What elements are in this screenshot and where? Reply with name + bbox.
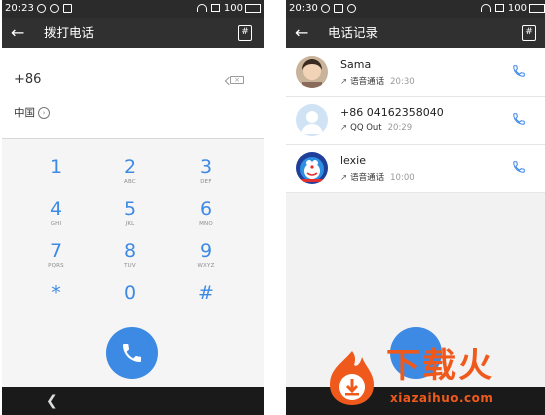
call-record-row[interactable]: lexie ↗ 语音通话 10:00	[286, 144, 545, 193]
page-title: 拨打电话	[44, 25, 95, 40]
key-hash[interactable]: #	[176, 283, 236, 304]
outgoing-arrow-icon: ↗	[340, 77, 348, 87]
status-time: 20:30	[289, 3, 318, 14]
app-bar: ← 电话记录 #	[286, 18, 545, 48]
battery-level: 100	[223, 3, 243, 14]
key-8[interactable]: 8 TUV	[100, 241, 160, 270]
number-display: +86 × 中国 ›	[2, 48, 264, 139]
phone-icon[interactable]	[512, 112, 526, 126]
backspace-icon[interactable]: ×	[230, 76, 244, 84]
key-7[interactable]: 7 PQRS	[26, 241, 86, 270]
default-avatar	[296, 104, 328, 136]
call-time: 10:00	[390, 173, 415, 183]
key-6[interactable]: 6 MNO	[176, 199, 236, 228]
watermark-brand: 下载火	[386, 346, 494, 386]
key-5[interactable]: 5 JKL	[100, 199, 160, 228]
qq-notification-icon	[37, 4, 46, 13]
image-notification-icon	[334, 4, 343, 13]
key-2[interactable]: 2 ABC	[100, 157, 160, 186]
dialpad-icon[interactable]: #	[238, 25, 252, 41]
chevron-right-icon: ›	[38, 107, 50, 119]
call-record-row[interactable]: Sama ↗ 语音通话 20:30	[286, 48, 545, 97]
key-4[interactable]: 4 GHI	[26, 199, 86, 228]
country-selector[interactable]: 中国 ›	[14, 105, 50, 120]
key-3[interactable]: 3 DEF	[176, 157, 236, 186]
wifi-icon	[196, 4, 207, 12]
call-record-row[interactable]: +86 04162358040 ↗ QQ Out 20:29	[286, 96, 545, 145]
doraemon-avatar	[296, 152, 328, 184]
country-name: 中国	[14, 107, 35, 119]
outgoing-arrow-icon: ↗	[340, 123, 348, 133]
dialed-number: +86	[14, 72, 42, 87]
call-record-list: Sama ↗ 语音通话 20:30 +86 04162358040 ↗ QQ Out 2…	[286, 48, 545, 193]
battery-level: 100	[507, 3, 527, 14]
navigation-bar: ❮	[2, 387, 264, 415]
screen-icon	[494, 4, 504, 12]
back-arrow-icon[interactable]: ←	[11, 24, 24, 42]
phone-icon	[123, 344, 141, 362]
app-bar: ← 拨打电话 #	[2, 18, 264, 48]
page-title: 电话记录	[328, 25, 379, 40]
dialer-screen: 20:23 100 ← 拨打电话 # +86 × 中国 › 1 2 ABC 3 DEF…	[2, 0, 264, 415]
key-1[interactable]: 1	[26, 157, 86, 178]
status-bar: 20:23 100	[2, 0, 264, 18]
phone-icon[interactable]	[512, 160, 526, 174]
call-type: QQ Out	[350, 123, 382, 133]
call-time: 20:30	[390, 77, 415, 87]
key-star[interactable]: *	[26, 283, 86, 304]
contact-name: +86 04162358040	[340, 106, 444, 119]
call-type: 语音通话	[350, 173, 385, 183]
watermark-url: xiazaihuo.com	[390, 391, 494, 405]
image-notification-icon	[63, 4, 72, 13]
key-0[interactable]: 0	[100, 283, 160, 304]
status-time: 20:23	[5, 3, 34, 14]
status-bar: 20:30 100	[286, 0, 545, 18]
key-9[interactable]: 9 WXYZ	[176, 241, 236, 270]
contact-name: Sama	[340, 58, 372, 71]
outgoing-arrow-icon: ↗	[340, 173, 348, 183]
photo-avatar	[296, 56, 328, 88]
chevron-left-icon[interactable]: ❮	[46, 393, 58, 409]
check-circle-icon	[347, 4, 356, 13]
watermark: 下载火 xiazaihuo.com	[318, 343, 542, 413]
back-arrow-icon[interactable]: ←	[295, 24, 308, 42]
dialpad-icon[interactable]: #	[522, 25, 536, 41]
contact-name: lexie	[340, 154, 366, 167]
wifi-icon	[480, 4, 491, 12]
battery-icon	[245, 3, 261, 13]
call-type: 语音通话	[350, 77, 385, 87]
check-circle-icon	[50, 4, 59, 13]
battery-icon	[529, 3, 545, 13]
flame-logo-icon	[330, 351, 374, 405]
screen-icon	[210, 4, 220, 12]
call-time: 20:29	[387, 123, 413, 133]
qq-notification-icon	[321, 4, 330, 13]
call-button[interactable]	[106, 327, 158, 379]
phone-icon[interactable]	[512, 64, 526, 78]
